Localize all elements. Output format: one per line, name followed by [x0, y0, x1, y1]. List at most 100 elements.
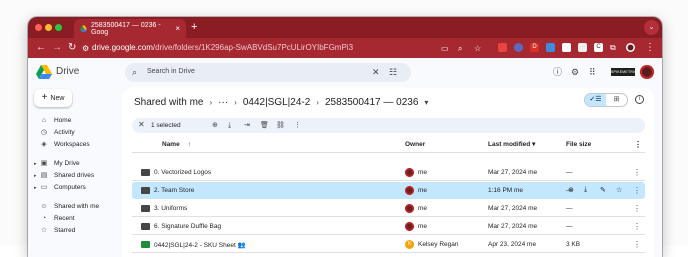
close-window-button[interactable]	[35, 24, 42, 31]
dropdown-caret-icon[interactable]: ▾	[424, 98, 428, 107]
sort-arrow-up-icon[interactable]: ↑	[188, 141, 191, 148]
maximize-window-button[interactable]	[55, 24, 62, 31]
expand-arrow-icon[interactable]: ▸	[34, 170, 39, 182]
row-more-icon[interactable]: ⋮	[633, 168, 641, 177]
column-header-owner[interactable]: Owner	[405, 139, 425, 151]
share-icon[interactable]: ⊕	[568, 186, 574, 194]
sidebar-item-activity[interactable]: ◷ Activity	[34, 127, 75, 139]
selection-count: 1 selected	[151, 122, 181, 129]
download-icon[interactable]: ⤓	[228, 121, 231, 130]
new-tab-button[interactable]: +	[191, 21, 197, 33]
new-button[interactable]: + New	[34, 89, 72, 107]
drive-logo-icon[interactable]	[36, 65, 52, 79]
search-options-icon[interactable]: ☷	[389, 67, 397, 77]
table-row[interactable]: 0. Vectorized Logos me Mar 27, 2024 me —…	[132, 164, 645, 181]
star-icon[interactable]: ☆	[616, 186, 622, 194]
extension-5-icon[interactable]	[562, 43, 571, 52]
column-header-size[interactable]: File size	[566, 139, 591, 151]
sidebar-item-computers[interactable]: ▸ ▭ Computers	[34, 182, 86, 194]
row-more-icon[interactable]: ⋮	[633, 186, 641, 195]
browser-menu-icon[interactable]: ⋮	[645, 42, 655, 54]
extension-2-icon[interactable]	[514, 43, 523, 52]
shared-folder-icon	[141, 187, 150, 194]
settings-gear-icon[interactable]: ⚙	[571, 67, 579, 77]
owner-avatar	[405, 186, 414, 195]
more-actions-icon[interactable]: ⋮	[294, 121, 301, 130]
owner-name: me	[418, 223, 428, 230]
back-arrow-icon[interactable]: ←	[36, 42, 46, 54]
org-brand-logo: SPIKEMETRICS	[611, 68, 640, 76]
grid-view-icon[interactable]: ⊞	[606, 94, 627, 106]
sidebar-item-label: Workspaces	[54, 141, 90, 148]
row-more-icon[interactable]: ⋮	[633, 204, 641, 213]
share-icon[interactable]: ⊕	[212, 121, 218, 130]
row-more-icon[interactable]: ⋮	[633, 222, 641, 231]
extension-4-icon[interactable]	[546, 43, 555, 52]
breadcrumb-middle[interactable]: 0442|SGL|24-2	[243, 97, 310, 108]
minimize-window-button[interactable]	[45, 24, 52, 31]
header-divider	[132, 152, 645, 153]
table-row-selected[interactable]: 2. Team Store me 1:16 PM me — ⊕ ⤓ ✎ ☆ ⋮	[132, 182, 645, 199]
extensions-puzzle-icon[interactable]: ⧉	[610, 43, 619, 52]
extension-1-icon[interactable]	[498, 43, 507, 52]
column-header-modified[interactable]: Last modified ▾	[488, 139, 535, 151]
extension-3-icon[interactable]: D	[530, 43, 539, 52]
extension-7-icon[interactable]: C	[594, 43, 603, 52]
reload-icon[interactable]: ↻	[68, 42, 76, 54]
clear-selection-icon[interactable]: ✕	[138, 120, 145, 129]
last-modified: Mar 27, 2024 me	[488, 223, 538, 230]
sidebar-item-label: Recent	[54, 215, 75, 222]
recent-icon: ◔	[41, 215, 47, 222]
sidebar-item-shared-drives[interactable]: ▸ ▤ Shared drives	[34, 170, 94, 182]
zoom-icon[interactable]: ⌕	[458, 43, 462, 55]
list-view-icon[interactable]: ✓☰	[585, 94, 606, 106]
breadcrumb-root[interactable]: Shared with me	[134, 97, 203, 108]
expand-arrow-icon[interactable]: ▸	[34, 158, 39, 170]
starred-icon: ☆	[40, 227, 48, 234]
sidebar-item-starred[interactable]: ☆ Starred	[34, 225, 75, 237]
sidebar-item-home[interactable]: ⌂ Home	[34, 115, 71, 127]
support-icon[interactable]: ⓘ	[553, 67, 562, 77]
search-input[interactable]: Search in Drive	[147, 68, 195, 75]
tab-search-chevron-icon[interactable]: ⌄	[644, 20, 659, 35]
trash-icon[interactable]: 🗑	[260, 121, 269, 130]
search-bar[interactable]: ⌕ Search in Drive ✕ ☷	[125, 63, 411, 82]
sidebar-item-my-drive[interactable]: ▸ ▣ My Drive	[34, 158, 80, 170]
breadcrumb-ellipsis[interactable]: ···	[218, 97, 228, 108]
sidebar-item-label: Starred	[54, 227, 76, 234]
column-options-icon[interactable]: ⋮	[634, 139, 642, 151]
tab-close-icon[interactable]: ×	[175, 24, 180, 33]
expand-arrow-icon[interactable]: ▸	[34, 182, 39, 194]
owner-name: me	[418, 187, 428, 194]
chevron-right-icon: ›	[234, 97, 237, 107]
profile-avatar[interactable]	[626, 43, 635, 52]
column-header-name[interactable]: Name ↑	[162, 139, 191, 151]
bookmark-star-icon[interactable]: ☆	[474, 43, 481, 55]
copy-link-icon[interactable]: ⛓	[276, 121, 285, 130]
sidebar-item-shared-with-me[interactable]: ☺ Shared with me	[34, 201, 99, 213]
shared-people-icon: 👥	[237, 242, 246, 249]
breadcrumb-current[interactable]: 2583500417 — 0236	[325, 97, 418, 108]
apps-grid-icon[interactable]: ⠿	[589, 67, 596, 77]
activity-icon: ◷	[40, 129, 48, 136]
search-icon[interactable]: ⌕	[132, 67, 137, 77]
download-icon[interactable]: ⤓	[584, 186, 587, 194]
cast-icon[interactable]: ▭	[441, 43, 449, 55]
browser-titlebar: 2583500417 — 0236 - Goog × + ⌄	[28, 17, 662, 38]
move-icon[interactable]: ⇥	[244, 121, 250, 130]
rename-icon[interactable]: ✎	[600, 186, 606, 194]
details-info-icon[interactable]: i	[635, 95, 644, 104]
browser-tab-active[interactable]: 2583500417 — 0236 - Goog ×	[74, 19, 186, 38]
extension-6-icon[interactable]	[578, 43, 587, 52]
file-name: 0. Vectorized Logos	[154, 169, 212, 176]
owner-name: me	[418, 205, 428, 212]
account-avatar[interactable]	[640, 65, 654, 79]
site-settings-icon[interactable]: ⚙	[82, 43, 89, 55]
sidebar-item-workspaces[interactable]: ◈ Workspaces	[34, 139, 90, 151]
file-name: 2. Team Store	[154, 187, 195, 194]
sidebar-item-recent[interactable]: ◔ Recent	[34, 213, 75, 225]
forward-arrow-icon[interactable]: →	[52, 42, 62, 54]
clear-search-icon[interactable]: ✕	[372, 67, 380, 77]
table-row[interactable]: 6. Signature Duffle Bag me Mar 27, 2024 …	[132, 218, 645, 235]
table-row[interactable]: 3. Uniforms me Mar 27, 2024 me — ⋮	[132, 200, 645, 217]
